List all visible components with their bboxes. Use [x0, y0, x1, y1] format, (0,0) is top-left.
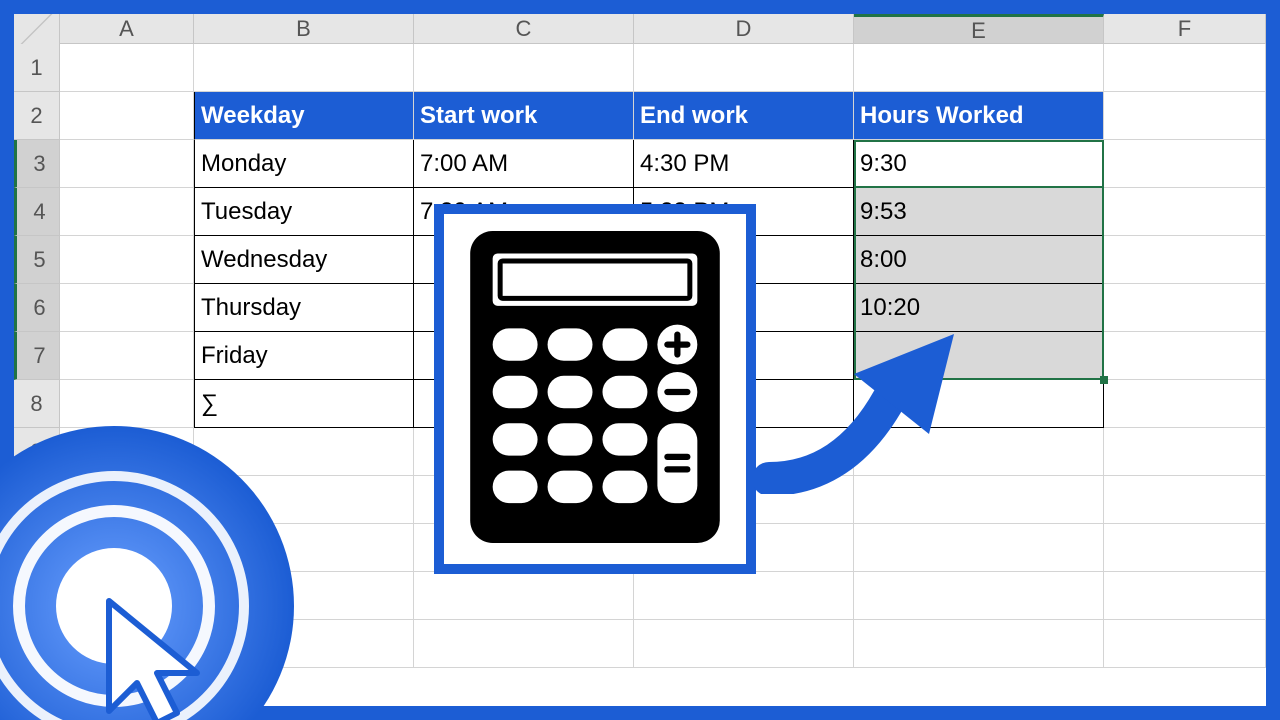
cell-a5[interactable]	[60, 236, 194, 284]
col-header-c[interactable]: C	[414, 14, 634, 43]
row-3: 3 Monday 7:00 AM 4:30 PM 9:30	[14, 140, 1266, 188]
cell-e5[interactable]: 8:00	[854, 236, 1104, 284]
app-frame: A B C D E F 1 2 Weekday Start	[0, 0, 1280, 720]
cell-b4[interactable]: Tuesday	[194, 188, 414, 236]
col-header-b[interactable]: B	[194, 14, 414, 43]
cell-f5[interactable]	[1104, 236, 1266, 284]
cell-f8[interactable]	[1104, 380, 1266, 428]
cell-f9[interactable]	[1104, 428, 1266, 476]
column-headers: A B C D E F	[14, 14, 1266, 44]
cell-e6[interactable]: 10:20	[854, 284, 1104, 332]
cell-b3[interactable]: Monday	[194, 140, 414, 188]
row-header-8[interactable]: 8	[14, 380, 60, 428]
cell-b8[interactable]: ∑	[194, 380, 414, 428]
row-header-2[interactable]: 2	[14, 92, 60, 140]
cell-f4[interactable]	[1104, 188, 1266, 236]
cell-a7[interactable]	[60, 332, 194, 380]
cell-b5[interactable]: Wednesday	[194, 236, 414, 284]
cell-d2[interactable]: End work	[634, 92, 854, 140]
col-header-e[interactable]: E	[854, 14, 1104, 43]
row-header-4[interactable]: 4	[14, 188, 60, 236]
cell-e4[interactable]: 9:53	[854, 188, 1104, 236]
cell-a2[interactable]	[60, 92, 194, 140]
cell-a9[interactable]	[60, 428, 194, 476]
row-header-3[interactable]: 3	[14, 140, 60, 188]
cell-e9[interactable]	[854, 428, 1104, 476]
row-header-5[interactable]: 5	[14, 236, 60, 284]
calculator-card	[434, 204, 756, 574]
col-header-d[interactable]: D	[634, 14, 854, 43]
cell-a8[interactable]	[60, 380, 194, 428]
cell-e2[interactable]: Hours Worked	[854, 92, 1104, 140]
col-header-a[interactable]: A	[60, 14, 194, 43]
cell-c3[interactable]: 7:00 AM	[414, 140, 634, 188]
cell-f1[interactable]	[1104, 44, 1266, 92]
cell-f6[interactable]	[1104, 284, 1266, 332]
cell-b9[interactable]	[194, 428, 414, 476]
cell-a1[interactable]	[60, 44, 194, 92]
cell-e1[interactable]	[854, 44, 1104, 92]
cell-d3[interactable]: 4:30 PM	[634, 140, 854, 188]
row-header-6[interactable]: 6	[14, 284, 60, 332]
cell-b1[interactable]	[194, 44, 414, 92]
fill-handle[interactable]	[1100, 376, 1108, 384]
row-header-9[interactable]: 9	[14, 428, 60, 476]
cell-b2[interactable]: Weekday	[194, 92, 414, 140]
cell-c1[interactable]	[414, 44, 634, 92]
cell-a6[interactable]	[60, 284, 194, 332]
cell-b6[interactable]: Thursday	[194, 284, 414, 332]
cell-d1[interactable]	[634, 44, 854, 92]
row-1: 1	[14, 44, 1266, 92]
col-header-f[interactable]: F	[1104, 14, 1266, 43]
row-header-7[interactable]: 7	[14, 332, 60, 380]
select-all-corner[interactable]	[14, 14, 60, 44]
row-header-1[interactable]: 1	[14, 44, 60, 92]
cell-f3[interactable]	[1104, 140, 1266, 188]
cell-e3[interactable]: 9:30	[854, 140, 1104, 188]
row-2: 2 Weekday Start work End work Hours Work…	[14, 92, 1266, 140]
cell-f2[interactable]	[1104, 92, 1266, 140]
cell-f7[interactable]	[1104, 332, 1266, 380]
calculator-icon	[469, 231, 721, 548]
cell-a4[interactable]	[60, 188, 194, 236]
cell-b7[interactable]: Friday	[194, 332, 414, 380]
cell-e8[interactable]	[854, 380, 1104, 428]
cell-c2[interactable]: Start work	[414, 92, 634, 140]
cell-e7[interactable]	[854, 332, 1104, 380]
cell-a3[interactable]	[60, 140, 194, 188]
